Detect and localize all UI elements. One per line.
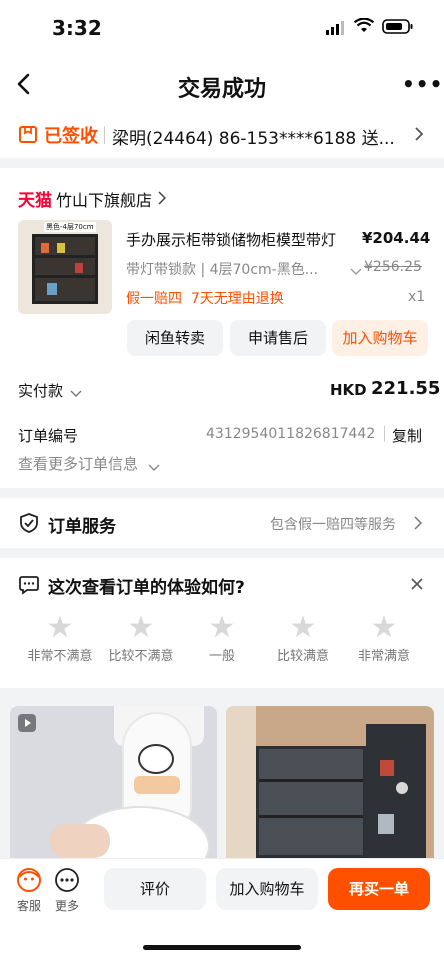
- add-to-cart-bottom-button[interactable]: 加入购物车: [216, 868, 318, 910]
- service-tags: 假一赔四 7天无理由退换: [126, 291, 284, 307]
- cabinet-image: [32, 234, 98, 304]
- product-price: ¥204.44: [362, 229, 431, 247]
- more-button[interactable]: 更多: [52, 867, 82, 914]
- star-icon: ★: [208, 610, 236, 645]
- recommendation-card[interactable]: [226, 706, 434, 858]
- wall-panel: [226, 706, 256, 858]
- feedback-survey: 这次查看订单的体验如何? ★ 非常不满意 ★ 比较不满意 ★ 一般 ★ 比较满意…: [0, 558, 444, 688]
- rating-label: 非常不满意: [27, 649, 93, 664]
- recommendation-card[interactable]: [10, 706, 217, 858]
- original-price: ¥256.25: [364, 259, 422, 275]
- product-title[interactable]: 手办展示柜带锁储物柜模型带灯: [126, 229, 336, 250]
- chevron-down-icon: [148, 458, 160, 477]
- order-service-row[interactable]: 订单服务 包含假一赔四等服务: [0, 498, 444, 548]
- home-indicator: [143, 945, 301, 950]
- chevron-right-icon: [158, 190, 167, 209]
- order-number: 4312954011826817442: [206, 426, 376, 442]
- page-title: 交易成功: [177, 77, 266, 102]
- status-bar: 3:32: [0, 0, 444, 58]
- star-icon: ★: [289, 610, 317, 645]
- signal-icon: [326, 20, 346, 39]
- divider: [384, 426, 385, 442]
- order-number-label: 订单编号: [18, 427, 79, 445]
- copy-button[interactable]: 复制: [392, 425, 422, 446]
- shield-check-icon: [18, 512, 40, 538]
- pegboard-image: [366, 724, 426, 858]
- more-order-info-link[interactable]: 查看更多订单信息: [18, 453, 138, 474]
- customer-service-icon: [17, 868, 41, 892]
- product-quantity: x1: [408, 289, 426, 305]
- rating-label: 比较不满意: [108, 649, 174, 664]
- tmall-logo: 天猫: [18, 191, 52, 211]
- rating-option[interactable]: ★ 非常不满意: [20, 610, 100, 664]
- rating-label: 比较满意: [276, 649, 329, 664]
- delivery-row[interactable]: 已签收 梁明(24464) 86-153****6188 送...: [0, 112, 444, 158]
- status-time: 3:32: [52, 16, 102, 40]
- buy-again-button[interactable]: 再买一单: [328, 868, 430, 910]
- star-icon: ★: [127, 610, 155, 645]
- chevron-down-icon: [70, 384, 82, 403]
- rating-option[interactable]: ★ 比较满意: [263, 610, 343, 664]
- product-thumbnail[interactable]: 黑色-4层70cm: [18, 220, 112, 314]
- star-icon: ★: [370, 610, 398, 645]
- rating-label: 一般: [208, 649, 235, 664]
- cabinet-image: [256, 746, 366, 858]
- nav-bar: 交易成功 •••: [0, 58, 444, 112]
- rating-option[interactable]: ★ 非常满意: [344, 610, 424, 664]
- review-button[interactable]: 评价: [104, 868, 206, 910]
- close-icon[interactable]: [410, 576, 424, 595]
- delivery-status: 已签收: [44, 126, 98, 147]
- order-service-value: 包含假一赔四等服务: [270, 517, 396, 533]
- bottom-action-bar: 客服 更多 评价 加入购物车 再买一单: [0, 858, 444, 960]
- wifi-icon: [353, 17, 375, 38]
- more-dots-icon: [55, 868, 79, 892]
- sticker-detail: [134, 776, 180, 794]
- survey-question: 这次查看订单的体验如何?: [48, 578, 245, 598]
- product-spec[interactable]: 带灯带锁款 | 4层70cm-黑色...: [126, 259, 318, 279]
- thumb-caption: 黑色-4层70cm: [44, 222, 96, 232]
- customer-service-button[interactable]: 客服: [14, 867, 44, 914]
- rating-label: 非常满意: [357, 649, 410, 664]
- divider: [104, 126, 105, 144]
- package-icon: [18, 124, 38, 148]
- chevron-right-icon: [414, 515, 423, 534]
- paid-currency: HKD: [330, 381, 367, 399]
- video-icon: [18, 714, 36, 732]
- add-to-cart-button[interactable]: 加入购物车: [332, 320, 428, 356]
- store-name[interactable]: 竹山下旗舰店: [56, 187, 152, 211]
- chat-icon: [18, 574, 40, 600]
- more-label: 更多: [54, 899, 79, 913]
- rating-option[interactable]: ★ 一般: [182, 610, 262, 664]
- chevron-down-icon: [350, 262, 362, 281]
- battery-icon: [382, 19, 414, 39]
- paid-amount: 221.55: [371, 378, 441, 399]
- order-card: 天猫 竹山下旗舰店 黑色-4层70cm 手办展示柜带锁储物柜模型带灯 ¥204.…: [0, 168, 444, 488]
- rating-option[interactable]: ★ 比较不满意: [101, 610, 181, 664]
- recommendations: [0, 698, 444, 858]
- order-service-label: 订单服务: [48, 517, 116, 537]
- hand-image: [50, 824, 110, 858]
- chevron-right-icon: [414, 126, 424, 146]
- more-icon[interactable]: •••: [402, 72, 443, 96]
- receiver-info: 梁明(24464) 86-153****6188 送...: [112, 129, 395, 149]
- paid-label[interactable]: 实付款: [18, 380, 63, 401]
- after-sales-button[interactable]: 申请售后: [230, 320, 326, 356]
- customer-service-label: 客服: [16, 899, 41, 913]
- sticker-image: [138, 744, 174, 774]
- resell-button[interactable]: 闲鱼转卖: [127, 320, 223, 356]
- star-icon: ★: [46, 610, 74, 645]
